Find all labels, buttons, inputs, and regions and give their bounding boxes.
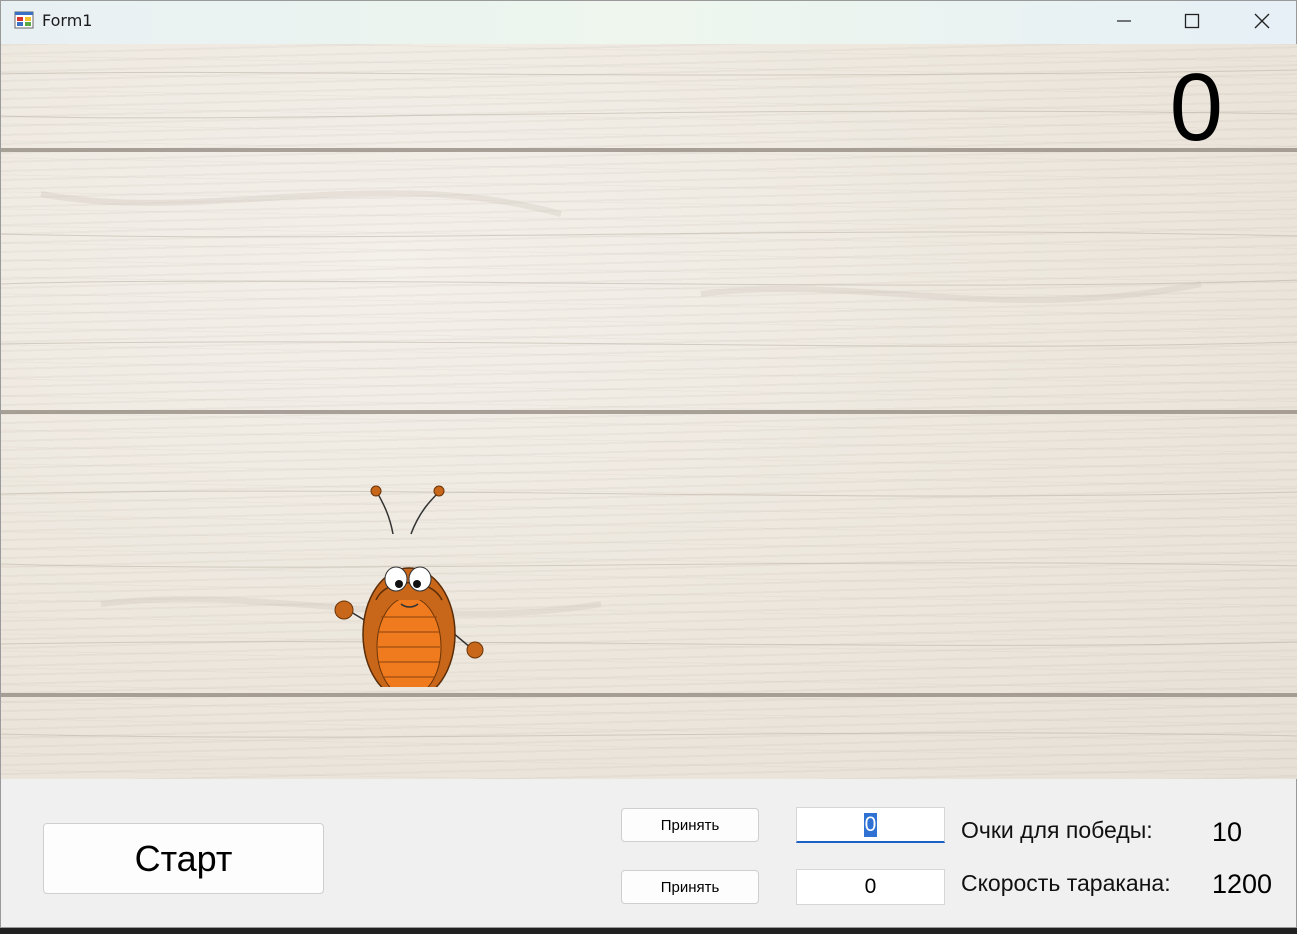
speed-value: 1200 xyxy=(1212,869,1273,899)
points-input-value: 0 xyxy=(863,812,878,837)
minimize-icon xyxy=(1117,20,1131,22)
wood-grain xyxy=(1,69,1297,738)
maximize-button[interactable] xyxy=(1157,1,1227,41)
score-display: 0 xyxy=(1169,54,1223,161)
start-button[interactable]: Старт xyxy=(43,823,324,894)
app-icon xyxy=(14,11,34,29)
close-icon xyxy=(1254,13,1270,29)
title-bar[interactable]: Form1 xyxy=(1,1,1296,44)
points-label: Очки для победы: xyxy=(961,817,1153,843)
accept-points-button[interactable]: Принять xyxy=(621,808,759,842)
speed-input[interactable]: 0 xyxy=(796,869,945,905)
taskbar-edge xyxy=(0,928,1297,934)
speed-input-value: 0 xyxy=(864,875,877,898)
minimize-button[interactable] xyxy=(1089,1,1159,41)
app-window: Form1 0 Старт Принять Принять 0 0 Очки д… xyxy=(0,0,1297,928)
speed-label: Скорость таракана: xyxy=(961,870,1171,896)
maximize-icon xyxy=(1184,13,1200,29)
window-title: Form1 xyxy=(42,11,93,30)
points-input[interactable]: 0 xyxy=(796,807,945,843)
close-button[interactable] xyxy=(1227,1,1297,41)
points-value: 10 xyxy=(1212,817,1243,847)
accept-speed-button[interactable]: Принять xyxy=(621,870,759,904)
cockroach-sprite[interactable] xyxy=(331,482,487,687)
game-board[interactable]: 0 xyxy=(1,44,1297,779)
